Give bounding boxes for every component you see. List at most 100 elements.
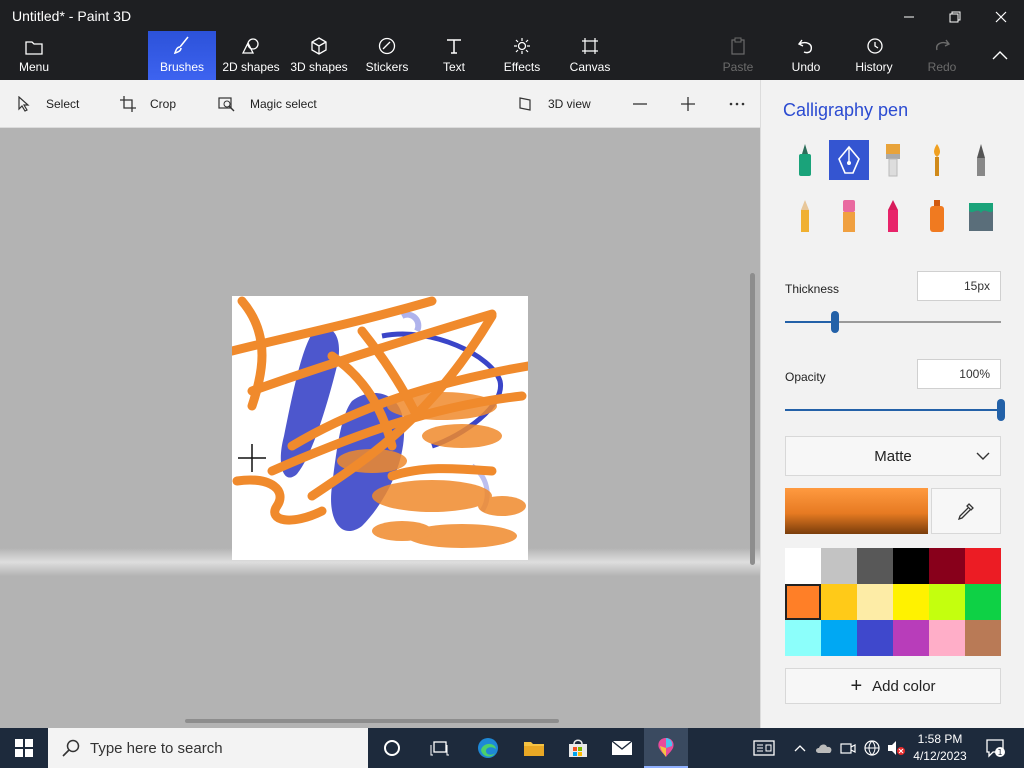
marker-brush[interactable] [785,140,825,180]
palette-swatch[interactable] [785,584,821,620]
current-color-swatch[interactable] [785,488,928,534]
minimize-button[interactable] [886,0,932,34]
palette-swatch[interactable] [929,584,965,620]
title-bar: Untitled* - Paint 3D [0,0,1024,34]
palette-swatch[interactable] [965,548,1001,584]
window-title: Untitled* - Paint 3D [12,8,132,24]
tab-stickers[interactable]: Stickers [362,34,412,80]
palette-swatch[interactable] [857,548,893,584]
show-hidden-icons-button[interactable] [788,728,812,768]
tab-brushes[interactable]: Brushes [148,31,216,80]
crayon-brush[interactable] [873,196,913,236]
brush-icon [173,36,189,55]
palette-swatch[interactable] [821,584,857,620]
palette-swatch[interactable] [893,584,929,620]
palette-swatch[interactable] [893,620,929,656]
tab-canvas[interactable]: Canvas [568,34,612,80]
watercolor-icon [934,144,940,176]
opacity-slider-thumb[interactable] [997,399,1005,421]
paint-3d-taskbar-button[interactable] [644,728,688,768]
eraser-brush[interactable] [829,196,869,236]
news-widget-button[interactable] [750,728,778,768]
palette-swatch[interactable] [821,620,857,656]
task-view-button[interactable] [418,728,462,768]
notification-center-button[interactable]: 1 [982,728,1008,768]
pencil-brush[interactable] [785,196,825,236]
close-button[interactable] [978,0,1024,34]
crop-button[interactable]: Crop [120,94,176,114]
thickness-slider-thumb[interactable] [831,311,839,333]
drawing-canvas[interactable] [227,296,533,560]
tab-effects[interactable]: Effects [500,34,544,80]
start-button[interactable] [0,728,48,768]
file-explorer-button[interactable] [512,728,556,768]
redo-button[interactable]: Redo [922,34,962,80]
drawing-strokes [227,296,533,548]
paste-label: Paste [722,60,754,74]
effects-sun-icon [514,38,530,54]
calligraphy-pen-brush[interactable] [829,140,869,180]
sticker-icon [378,37,396,55]
pixel-pen-icon [977,144,985,176]
opacity-input[interactable]: 100% [917,359,1001,389]
webcam-tray-icon[interactable] [836,728,860,768]
watercolor-brush[interactable] [917,140,957,180]
3d-view-button[interactable]: 3D view [518,94,591,114]
camera-icon [840,743,856,754]
network-tray-icon[interactable] [860,728,884,768]
workspace[interactable] [0,128,760,728]
fill-brush[interactable] [961,196,1001,236]
collapse-ribbon-button[interactable] [986,34,1014,80]
shapes-3d-label: 3D shapes [290,60,348,74]
palette-swatch[interactable] [965,620,1001,656]
search-placeholder: Type here to search [90,739,223,757]
paste-icon [731,37,745,55]
spray-can-brush[interactable] [917,196,957,236]
mail-button[interactable] [600,728,644,768]
tab-2d-shapes[interactable]: 2D shapes [220,34,282,80]
mail-icon [611,740,633,755]
palette-swatch[interactable] [929,548,965,584]
undo-icon [797,39,812,54]
paste-button[interactable]: Paste [718,34,758,80]
zoom-in-button[interactable] [680,94,710,114]
calligraphy-pen-icon [838,145,860,174]
tab-text[interactable]: Text [434,34,474,80]
edge-button[interactable] [466,728,510,768]
taskbar-clock[interactable]: 1:58 PM 4/12/2023 [908,731,972,765]
tab-3d-shapes[interactable]: 3D shapes [288,34,350,80]
eyedropper-button[interactable] [931,488,1001,534]
pixel-pen-brush[interactable] [961,140,1001,180]
palette-swatch[interactable] [821,548,857,584]
palette-swatch[interactable] [929,620,965,656]
vertical-scrollbar[interactable] [750,273,755,565]
history-button[interactable]: History [852,34,896,80]
onedrive-tray-icon[interactable] [812,728,836,768]
menu-button[interactable]: Menu [10,34,58,80]
thickness-input[interactable]: 15px [917,271,1001,301]
select-button[interactable]: Select [16,94,79,114]
zoom-out-button[interactable] [632,94,662,114]
palette-swatch[interactable] [857,620,893,656]
cortana-button[interactable] [370,728,414,768]
close-icon [995,11,1007,23]
taskbar-search[interactable]: Type here to search [48,728,368,768]
restore-button[interactable] [932,0,978,34]
palette-swatch[interactable] [893,548,929,584]
palette-swatch[interactable] [965,584,1001,620]
plus-icon: + [850,674,863,697]
palette-swatch[interactable] [785,548,821,584]
search-icon [62,739,80,757]
volume-muted-icon [888,741,905,755]
store-button[interactable] [556,728,600,768]
more-options-button[interactable] [728,94,760,114]
undo-button[interactable]: Undo [786,34,826,80]
volume-tray-icon[interactable] [884,728,908,768]
palette-swatch[interactable] [785,620,821,656]
horizontal-scrollbar[interactable] [185,719,559,723]
oil-brush[interactable] [873,140,913,180]
finish-dropdown[interactable]: Matte [785,436,1001,476]
magic-select-button[interactable]: Magic select [218,94,317,114]
palette-swatch[interactable] [857,584,893,620]
add-color-button[interactable]: + Add color [785,668,1001,704]
